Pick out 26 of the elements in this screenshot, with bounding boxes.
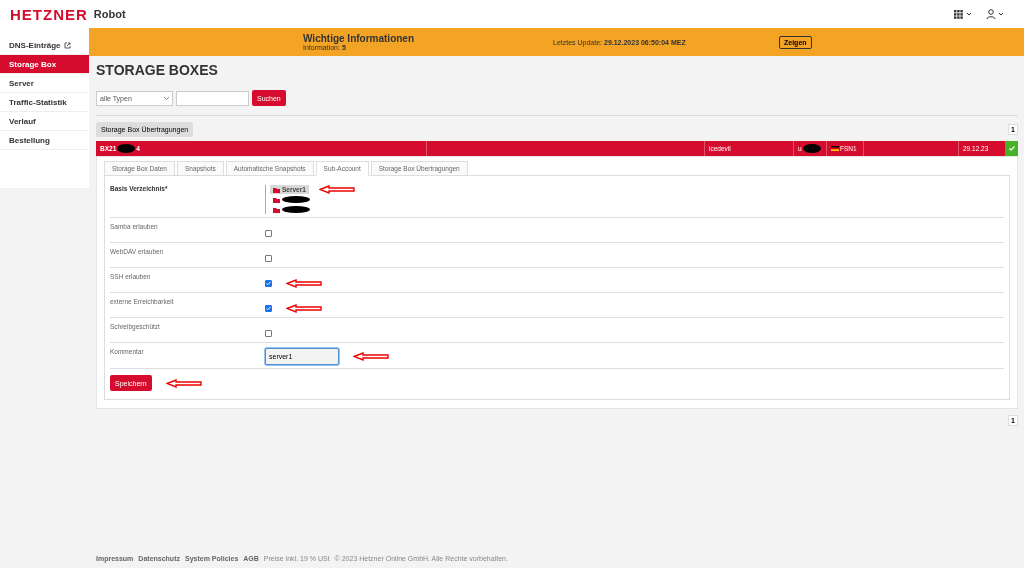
banner-title: Wichtige Informationen	[303, 33, 416, 44]
checkbox[interactable]	[265, 330, 272, 337]
user-icon[interactable]	[986, 9, 1004, 19]
arrow-drawing	[318, 185, 355, 194]
arrow-drawing	[165, 378, 202, 388]
checkmark-icon	[266, 306, 271, 311]
checkbox[interactable]	[265, 255, 272, 262]
checkmark-icon	[266, 281, 271, 286]
product-name: Robot	[93, 8, 126, 20]
checkbox[interactable]	[265, 305, 272, 312]
external-link-icon	[63, 41, 71, 49]
flag-icon	[831, 146, 839, 151]
chevron-icon	[164, 96, 169, 100]
checkbox[interactable]	[265, 230, 272, 237]
arrow-drawing	[353, 352, 389, 361]
checkmark-icon	[1008, 146, 1015, 151]
apps-grid-icon[interactable]	[954, 9, 972, 19]
checkbox[interactable]	[265, 280, 272, 287]
sidebar-item[interactable]: Storage Box	[0, 55, 89, 74]
page-title: STORAGE BOXES	[96, 62, 219, 78]
arrow-drawing	[286, 279, 322, 288]
search-input[interactable]	[176, 90, 249, 106]
arrow-drawing	[286, 304, 322, 313]
redaction-mark	[802, 144, 821, 153]
redaction-mark	[117, 144, 136, 153]
logo[interactable]: HETZNER	[10, 5, 88, 23]
